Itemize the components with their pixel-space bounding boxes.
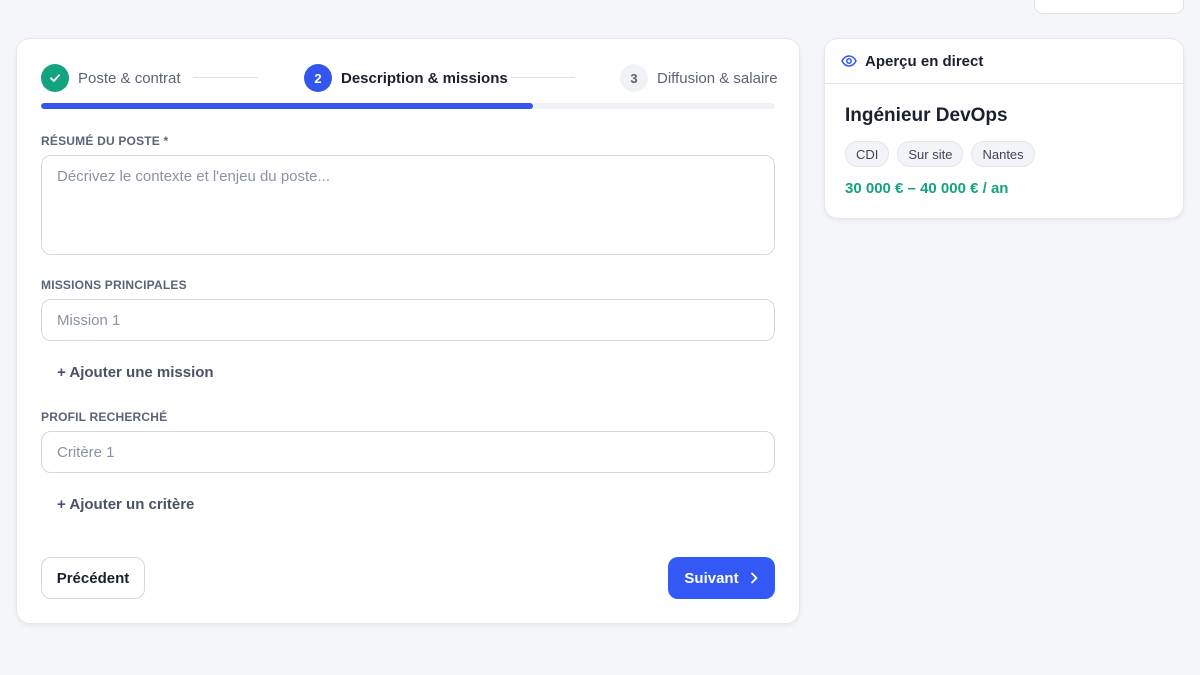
add-mission-button[interactable]: + Ajouter une mission — [57, 364, 214, 381]
step-diffusion-salaire[interactable]: 3 Diffusion & salaire — [620, 64, 778, 92]
preview-job-title: Ingénieur DevOps — [845, 105, 1008, 126]
next-button[interactable]: Suivant — [668, 557, 775, 599]
preview-header: Aperçu en direct — [825, 39, 1183, 84]
step-connector — [511, 77, 575, 78]
step-label: Diffusion & salaire — [657, 69, 778, 87]
check-icon — [41, 64, 69, 92]
tag-location-type: Sur site — [897, 141, 964, 167]
progress-fill — [41, 103, 533, 109]
summary-label: Résumé du poste * — [41, 134, 169, 148]
preview-title: Aperçu en direct — [865, 52, 984, 70]
step-number: 3 — [620, 64, 648, 92]
criterion-input[interactable] — [41, 431, 775, 473]
top-right-control[interactable] — [1034, 0, 1184, 14]
add-criterion-button[interactable]: + Ajouter un critère — [57, 496, 194, 513]
preview-salary: 30 000 € – 40 000 € / an — [845, 180, 1009, 197]
stepper: Poste & contrat 2 Description & missions… — [41, 64, 778, 92]
previous-button-label: Précédent — [56, 569, 130, 587]
step-poste-contrat[interactable]: Poste & contrat — [41, 64, 181, 92]
step-description-missions[interactable]: 2 Description & missions — [304, 64, 508, 92]
progress-bar — [41, 103, 775, 109]
eye-icon — [841, 55, 857, 67]
tag-contract: CDI — [845, 141, 890, 167]
preview-tags: CDI Sur site Nantes — [845, 141, 1035, 167]
live-preview-card: Aperçu en direct Ingénieur DevOps CDI Su… — [824, 38, 1184, 219]
missions-label: Missions principales — [41, 278, 187, 292]
job-form-card: Poste & contrat 2 Description & missions… — [16, 38, 800, 624]
step-label: Poste & contrat — [78, 69, 181, 87]
step-label: Description & missions — [341, 69, 508, 87]
next-button-label: Suivant — [684, 569, 739, 587]
tag-city: Nantes — [971, 141, 1035, 167]
step-connector — [193, 77, 258, 78]
summary-textarea[interactable] — [41, 155, 775, 255]
previous-button[interactable]: Précédent — [41, 557, 145, 599]
step-number: 2 — [304, 64, 332, 92]
profile-label: Profil recherché — [41, 410, 168, 424]
chevron-right-icon — [750, 572, 757, 584]
mission-input[interactable] — [41, 299, 775, 341]
